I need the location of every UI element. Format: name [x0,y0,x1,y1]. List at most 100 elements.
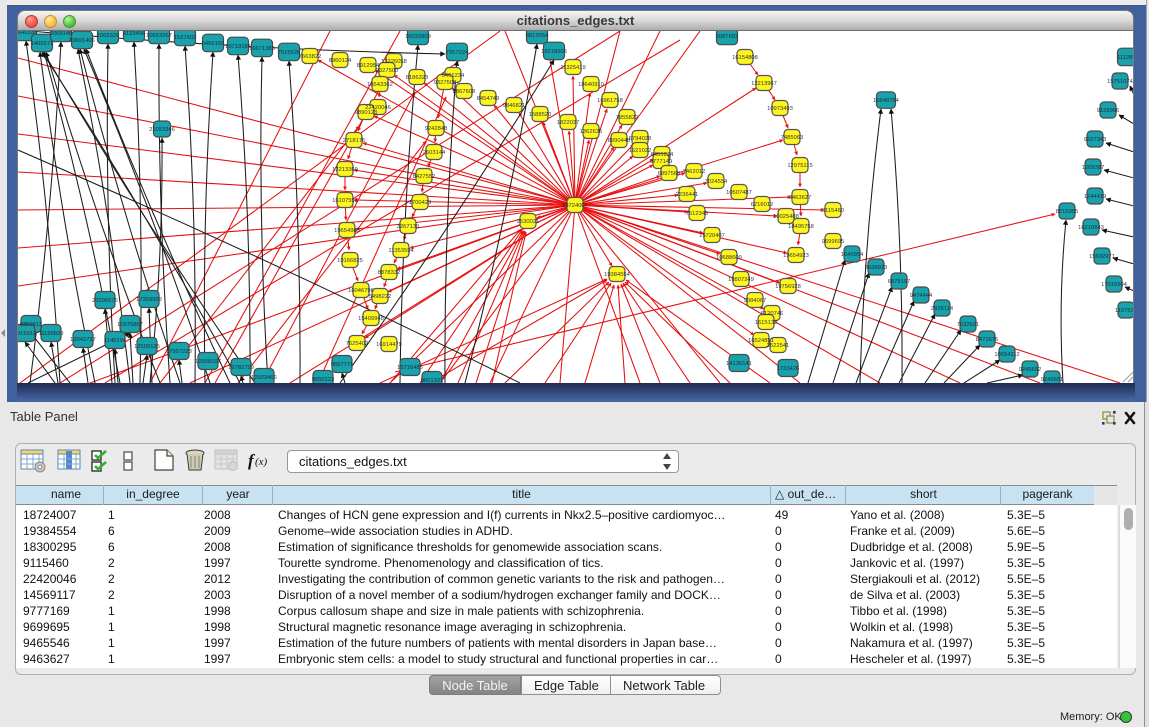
svg-text:6120746: 6120746 [761,311,784,317]
svg-text:7485063: 7485063 [781,135,804,141]
svg-text:1615132: 1615132 [755,320,778,326]
svg-text:9474444: 9474444 [910,293,933,299]
svg-text:7462012: 7462012 [683,169,706,175]
svg-text:1065326: 1065326 [97,33,120,39]
svg-text:12975115: 12975115 [787,163,812,169]
svg-text:1700423: 1700423 [409,200,432,206]
svg-text:9242848: 9242848 [425,126,448,132]
svg-text:16210643: 16210643 [1078,225,1104,231]
svg-text:10958107: 10958107 [195,359,221,365]
svg-text:18807249: 18807249 [728,277,754,283]
svg-text:2069140: 2069140 [50,31,73,37]
svg-text:15720407: 15720407 [699,233,725,239]
svg-text:2718176: 2718176 [343,138,366,144]
svg-text:9327500: 9327500 [376,68,399,74]
svg-text:1112853: 1112853 [1117,55,1133,61]
svg-text:19218506: 19218506 [541,49,567,55]
svg-text:18640910: 18640910 [578,82,604,88]
svg-text:9327508: 9327508 [434,80,457,86]
svg-text:16154808: 16154808 [732,55,758,61]
svg-text:8427552: 8427552 [413,174,436,180]
svg-text:1362635: 1362635 [580,129,603,135]
svg-text:10654112: 10654112 [994,352,1019,358]
svg-text:8451234: 8451234 [651,152,674,158]
svg-text:9890123: 9890123 [355,110,378,116]
svg-text:18724007: 18724007 [562,203,588,209]
svg-text:15692971: 15692971 [1089,254,1115,260]
svg-text:9657771: 9657771 [331,362,354,368]
svg-text:3267130: 3267130 [397,224,420,230]
svg-text:16648784: 16648784 [873,98,900,104]
svg-text:9650123: 9650123 [312,377,335,383]
svg-text:20691406: 20691406 [69,38,95,44]
svg-text:19654923: 19654923 [783,253,809,259]
svg-text:13226058: 13226058 [381,59,407,65]
svg-text:9777149: 9777149 [650,159,673,165]
svg-text:9245652: 9245652 [1019,367,1042,373]
svg-text:2087682: 2087682 [716,34,739,40]
svg-text:16107553: 16107553 [332,198,358,204]
svg-text:7512345: 7512345 [686,211,709,217]
svg-text:10973493: 10973493 [767,106,793,112]
svg-text:7632621: 7632621 [957,322,980,328]
svg-text:9350612: 9350612 [20,322,43,328]
svg-text:9699695: 9699695 [822,239,845,245]
svg-text:2867608: 2867608 [453,89,476,95]
svg-text:2935114: 2935114 [931,306,954,312]
svg-text:9846821: 9846821 [503,103,526,109]
svg-text:6216012: 6216012 [751,202,774,208]
svg-text:1621022: 1621022 [629,148,652,154]
svg-text:16782759: 16782759 [228,365,254,371]
svg-text:7955822: 7955822 [616,115,639,121]
svg-text:15716485: 15716485 [397,365,423,371]
svg-text:6879197: 6879197 [888,279,911,285]
svg-text:10671385: 10671385 [249,46,275,52]
svg-text:16033809: 16033809 [405,34,431,40]
svg-text:2530021: 2530021 [517,219,540,225]
svg-text:12213369: 12213369 [332,167,358,173]
svg-text:6794028: 6794028 [629,136,652,142]
svg-text:1527602: 1527602 [174,35,197,41]
svg-text:12505135: 12505135 [134,344,160,350]
svg-text:2236441: 2236441 [676,192,699,198]
svg-text:10025488: 10025488 [773,214,799,220]
svg-text:6897568: 6897568 [658,171,681,177]
svg-text:17016504: 17016504 [1101,282,1128,288]
svg-text:15751074: 15751074 [1107,79,1133,85]
svg-text:8938923: 8938923 [865,265,888,271]
svg-text:(x): (x) [255,456,268,468]
svg-text:1588520: 1588520 [529,112,552,118]
svg-text:17957223: 17957223 [166,349,192,355]
svg-text:1167531: 1167531 [1115,308,1133,314]
svg-text:1405571: 1405571 [31,41,54,47]
svg-text:17359928: 17359928 [136,297,162,303]
svg-text:16914479: 16914479 [376,342,402,348]
svg-text:14136141: 14136141 [726,361,752,367]
svg-text:18495758: 18495758 [788,224,814,230]
svg-text:9463627: 9463627 [789,195,812,201]
svg-text:3024554: 3024554 [705,179,728,185]
svg-text:1209387: 1209387 [1082,165,1105,171]
svg-text:1145194: 1145194 [104,338,127,344]
svg-text:2522541: 2522541 [767,343,790,349]
svg-text:7663822: 7663822 [299,54,322,60]
svg-text:12042737: 12042737 [70,337,96,343]
svg-text:12923466: 12923466 [251,375,277,381]
svg-text:19654985: 19654985 [334,228,360,234]
svg-text:10975867: 10975867 [117,322,143,328]
svg-text:19384554: 19384554 [604,272,631,278]
svg-text:6466160: 6466160 [202,41,225,47]
svg-text:5461234: 5461234 [442,73,465,79]
svg-text:11156829: 11156829 [39,331,64,337]
svg-text:1244419: 1244419 [1084,194,1107,200]
svg-text:8454749: 8454749 [477,96,500,102]
svg-text:16543362: 16543362 [367,82,393,88]
svg-text:1640954: 1640954 [841,252,864,258]
svg-text:5498222: 5498222 [369,294,392,300]
svg-text:11325419: 11325419 [560,65,585,71]
svg-text:9227343: 9227343 [1084,137,1107,143]
svg-text:1640335: 1640335 [18,31,37,36]
svg-text:7625402: 7625402 [346,341,369,347]
svg-text:19166825: 19166825 [337,258,363,264]
svg-text:9115460: 9115460 [822,208,844,214]
